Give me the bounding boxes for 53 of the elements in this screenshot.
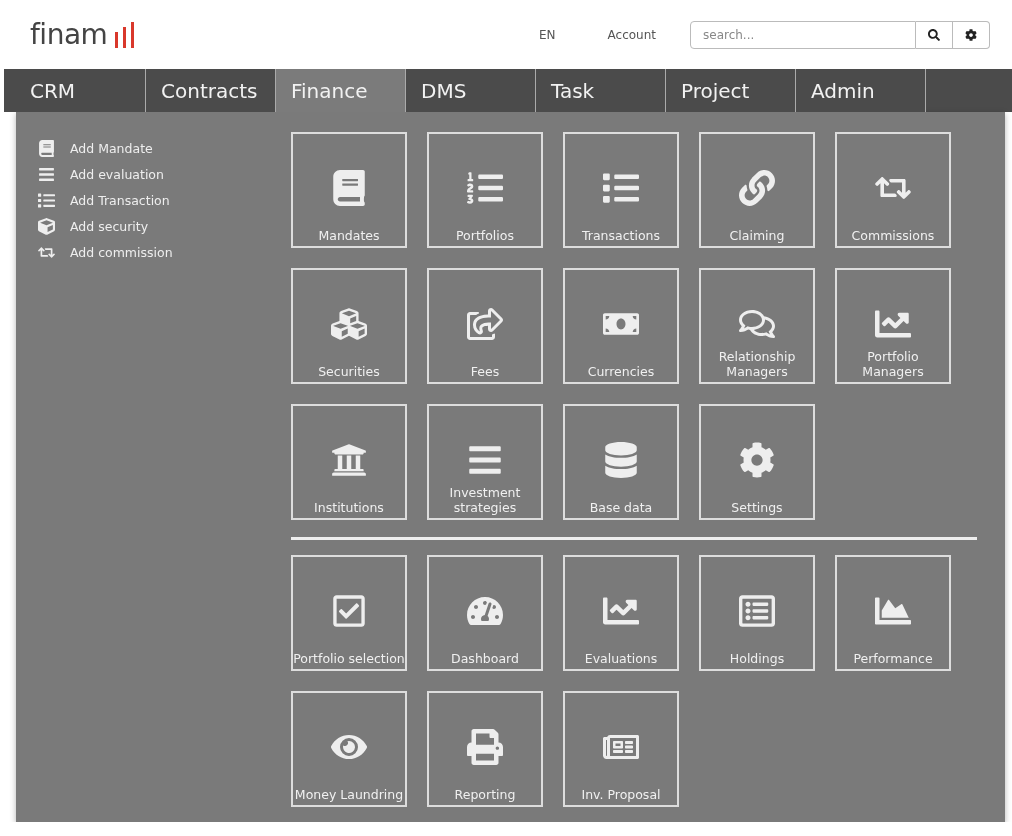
settings-icon: [739, 442, 775, 478]
search-icon: [928, 28, 940, 41]
menu-tile[interactable]: Holdings: [699, 555, 815, 671]
book-icon: [331, 170, 367, 206]
menu-tile[interactable]: Portfolio Managers: [835, 268, 951, 384]
menu-tile[interactable]: Investment strategies: [427, 404, 543, 520]
list-icon: [37, 191, 55, 209]
sidebar-link[interactable]: Add commission: [36, 242, 291, 262]
sidebar-link[interactable]: Add evaluation: [36, 164, 291, 184]
checkbox-icon: [331, 593, 367, 629]
database-icon: [603, 442, 639, 478]
language-link[interactable]: EN: [539, 27, 556, 42]
share-arrow-icon: [467, 306, 503, 342]
numbered-list-icon: [467, 170, 503, 206]
menu-tile[interactable]: Institutions: [291, 404, 407, 520]
settings-button[interactable]: [953, 20, 990, 49]
menu-tile[interactable]: Evaluations: [563, 555, 679, 671]
cubes-icon: [331, 306, 367, 342]
menu-tile[interactable]: Claiming: [699, 132, 815, 248]
search-field[interactable]: search...: [690, 20, 916, 49]
sidebar-link[interactable]: Add Transaction: [36, 190, 291, 210]
menu-tile[interactable]: Portfolios: [427, 132, 543, 248]
bank-building-icon: [331, 442, 367, 478]
printer-icon: [467, 729, 503, 765]
menu-tile[interactable]: Relationship Managers: [699, 268, 815, 384]
chain-link-icon: [739, 170, 775, 206]
nav-tab[interactable]: Finance: [276, 69, 406, 112]
menu-tile[interactable]: Reporting: [427, 691, 543, 807]
sidebar-link[interactable]: Add Mandate: [36, 138, 291, 158]
menu-tile[interactable]: Mandates: [291, 132, 407, 248]
cube-icon: [37, 217, 55, 235]
menu-tile[interactable]: Money Laundring: [291, 691, 407, 807]
menu-tile[interactable]: Fees: [427, 268, 543, 384]
menu-tile[interactable]: Inv. Proposal: [563, 691, 679, 807]
search-button[interactable]: [916, 20, 953, 49]
menu-tile[interactable]: Portfolio selection: [291, 555, 407, 671]
menu-tile[interactable]: Commissions: [835, 132, 951, 248]
account-link[interactable]: Account: [607, 27, 656, 42]
settings-icon: [965, 28, 977, 41]
menu-icon: [37, 165, 55, 183]
book-icon: [37, 139, 55, 157]
logo-bars-icon: [115, 21, 135, 48]
menu-tile[interactable]: Securities: [291, 268, 407, 384]
menu-tile[interactable]: Base data: [563, 404, 679, 520]
sidebar-link[interactable]: Add security: [36, 216, 291, 236]
logo-text: finam: [30, 18, 108, 51]
list-card-icon: [739, 593, 775, 629]
menu-tile[interactable]: Settings: [699, 404, 815, 520]
menu-tile[interactable]: Transactions: [563, 132, 679, 248]
list-icon: [603, 170, 639, 206]
menu-tile[interactable]: Performance: [835, 555, 951, 671]
menu-tile[interactable]: Currencies: [563, 268, 679, 384]
menu-tile[interactable]: Dashboard: [427, 555, 543, 671]
